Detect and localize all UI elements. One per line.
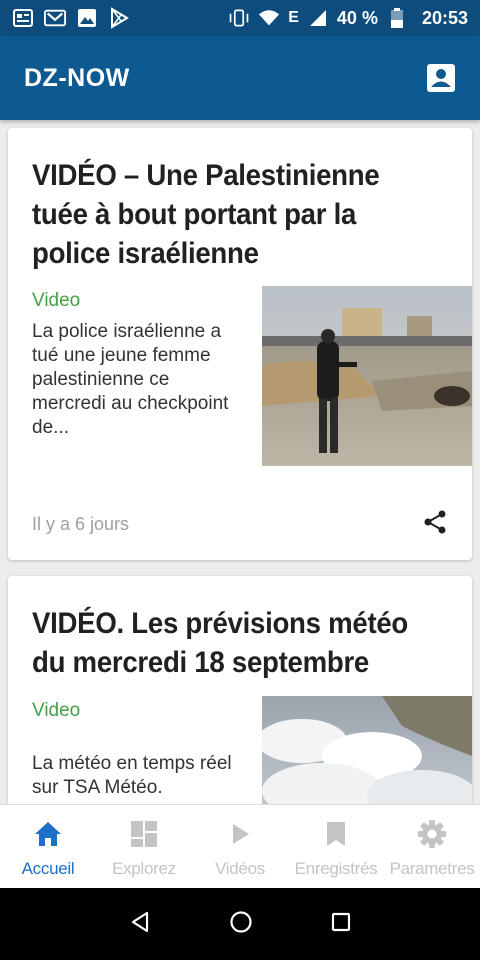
network-type: E xyxy=(288,9,299,26)
system-navigation-bar xyxy=(0,888,480,960)
battery-icon xyxy=(386,7,408,29)
nav-item-accueil[interactable]: Accueil xyxy=(0,805,96,888)
article-title[interactable]: VIDÉO – Une Palestinienne tuée à bout po… xyxy=(32,156,418,273)
bookmark-icon xyxy=(319,817,353,851)
nav-label: Enregistrés xyxy=(294,859,378,878)
wifi-icon xyxy=(258,7,280,29)
notification-icons xyxy=(12,7,130,29)
article-thumbnail[interactable] xyxy=(262,696,472,804)
nav-label: Explorez xyxy=(112,859,176,878)
battery-percent: 40 % xyxy=(336,7,378,28)
play-icon xyxy=(223,817,257,851)
article-category: Video xyxy=(32,290,81,311)
dashboard-icon xyxy=(127,817,161,851)
nav-label: Accueil xyxy=(21,859,75,878)
home-button-icon[interactable] xyxy=(229,910,253,939)
gallery-icon xyxy=(76,7,98,29)
app-title: DZ-NOW xyxy=(24,63,130,92)
nav-label: Parametres xyxy=(389,859,475,878)
back-icon[interactable] xyxy=(128,910,152,939)
clock: 20:53 xyxy=(421,7,468,28)
article-card[interactable]: VIDÉO. Les prévisions météo du mercredi … xyxy=(8,576,472,804)
nav-item-parametres[interactable]: Parametres xyxy=(384,805,480,888)
recents-icon[interactable] xyxy=(330,911,352,938)
article-excerpt: La météo en temps réel sur TSA Météo. xyxy=(32,753,232,798)
home-icon xyxy=(31,817,65,851)
play-store-icon xyxy=(108,7,130,29)
system-indicators: E 40 % 20:53 xyxy=(228,7,468,29)
share-icon[interactable] xyxy=(422,509,448,535)
nav-item-videos[interactable]: Vidéos xyxy=(192,805,288,888)
article-thumbnail[interactable] xyxy=(262,286,472,466)
article-card[interactable]: VIDÉO – Une Palestinienne tuée à bout po… xyxy=(8,128,472,560)
news-icon xyxy=(12,7,34,29)
article-time: Il y a 6 jours xyxy=(32,514,130,534)
article-excerpt: La police israélienne a tué une jeune fe… xyxy=(32,321,229,438)
app-bar: DZ-NOW xyxy=(0,36,480,120)
status-bar: E 40 % 20:53 xyxy=(0,0,480,36)
gmail-icon xyxy=(44,7,66,29)
article-feed[interactable]: VIDÉO – Une Palestinienne tuée à bout po… xyxy=(0,120,480,804)
nav-item-explorez[interactable]: Explorez xyxy=(96,805,192,888)
nav-item-enregistres[interactable]: Enregistrés xyxy=(288,805,384,888)
vibrate-icon xyxy=(228,7,250,29)
article-title[interactable]: VIDÉO. Les prévisions météo du mercredi … xyxy=(32,604,418,682)
bottom-navigation: Accueil Explorez Vidéos Enregistrés Para… xyxy=(0,804,480,888)
article-category: Video xyxy=(32,700,81,721)
settings-icon xyxy=(415,817,449,851)
nav-label: Vidéos xyxy=(215,859,265,878)
account-box-icon[interactable] xyxy=(426,63,456,93)
signal-icon xyxy=(307,7,329,29)
